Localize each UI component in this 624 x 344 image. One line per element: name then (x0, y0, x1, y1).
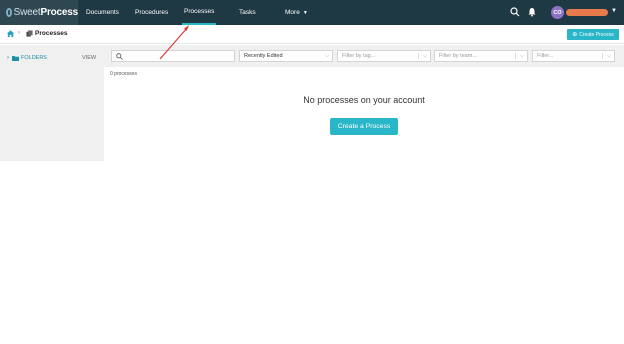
search-field[interactable] (111, 50, 235, 62)
folders-toggle[interactable]: › FOLDERS (7, 55, 47, 61)
user-menu-chevron-icon[interactable]: ▼ (611, 8, 617, 14)
nav-tasks[interactable]: Tasks (239, 0, 256, 25)
chevron-down-icon: ⌵ (520, 53, 524, 59)
filters-bar: Recently Edited ⌵ Filter by tag... ⌵ Fil… (104, 45, 624, 67)
avatar[interactable]: CO (551, 6, 564, 19)
breadcrumb: › Processes (0, 25, 624, 44)
home-icon[interactable] (6, 29, 15, 38)
empty-state-message: No processes on your account (303, 95, 425, 105)
plus-circle-icon: ⊕ (572, 32, 578, 38)
logo-text: SweetProcess (13, 7, 79, 18)
nav-processes[interactable]: Processes (182, 0, 217, 25)
tag-filter-placeholder: Filter by tag... (342, 53, 376, 59)
brand-logo[interactable]: SweetProcess (0, 0, 78, 25)
create-process-button-top[interactable]: ⊕ Create Process (567, 29, 619, 40)
view-link[interactable]: VIEW (82, 55, 96, 61)
sort-select-value: Recently Edited (244, 53, 283, 59)
breadcrumb-separator-icon: › (18, 30, 20, 36)
chevron-down-icon: ⌵ (325, 53, 329, 59)
create-process-button[interactable]: Create a Process (330, 118, 398, 135)
process-icon (26, 30, 33, 37)
chevron-down-icon: ⌵ (607, 53, 611, 59)
page-title: Processes (35, 30, 68, 37)
folder-icon (12, 56, 19, 61)
team-filter-placeholder: Filter by team... (439, 53, 477, 59)
generic-filter-placeholder: Filter... (537, 53, 554, 59)
create-process-label: Create Process (579, 31, 614, 38)
folders-label: FOLDERS (21, 55, 47, 61)
nav-documents[interactable]: Documents (86, 0, 119, 25)
nav-more[interactable]: More ▼ (285, 0, 308, 25)
logo-mark-icon (6, 8, 12, 17)
divider (515, 53, 516, 59)
search-icon[interactable] (510, 7, 520, 17)
search-field-icon (116, 52, 123, 60)
tag-filter[interactable]: Filter by tag... ⌵ (337, 50, 431, 62)
divider (418, 53, 419, 59)
sort-select[interactable]: Recently Edited ⌵ (239, 50, 333, 62)
generic-filter[interactable]: Filter... ⌵ (532, 50, 615, 62)
bell-icon[interactable] (527, 7, 537, 17)
divider (602, 53, 603, 59)
sidebar: › FOLDERS VIEW (0, 45, 104, 161)
top-navbar: SweetProcess Documents Procedures Proces… (0, 0, 624, 25)
process-count: 0 processes (110, 71, 137, 77)
chevron-down-icon: ⌵ (423, 53, 427, 59)
chevron-right-icon: › (7, 55, 9, 61)
team-filter[interactable]: Filter by team... ⌵ (434, 50, 528, 62)
nav-procedures[interactable]: Procedures (135, 0, 168, 25)
user-name-redacted[interactable] (566, 9, 608, 16)
chevron-down-icon: ▼ (302, 9, 308, 16)
